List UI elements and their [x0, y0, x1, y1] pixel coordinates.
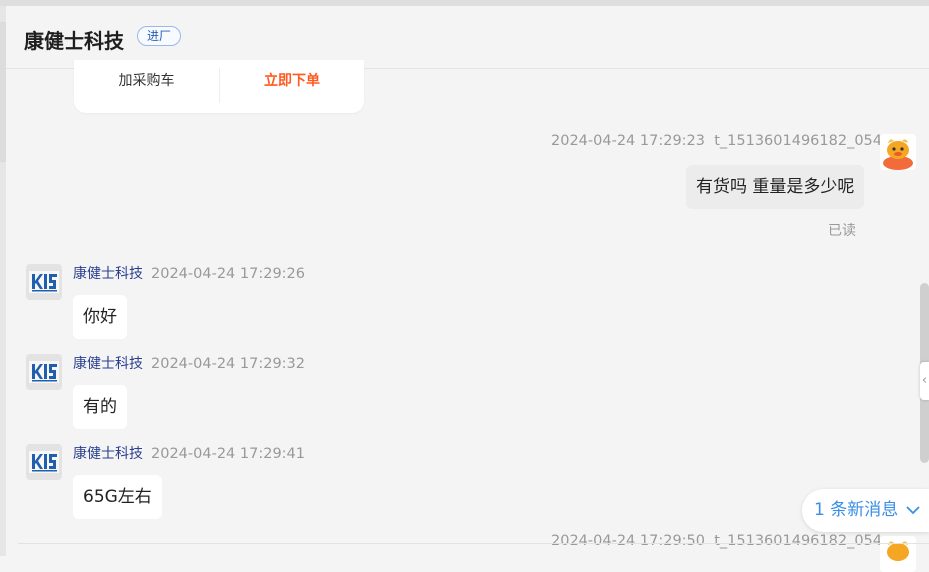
message-timestamp: 2024-04-24 17:29:32	[151, 356, 305, 372]
message-timestamp: 2024-04-24 17:29:23	[551, 133, 705, 149]
message-bubble[interactable]: 你好	[73, 295, 127, 339]
message-timestamp: 2024-04-24 17:29:41	[151, 446, 305, 462]
new-messages-button[interactable]: 1 条新消息	[802, 489, 929, 532]
user-avatar[interactable]	[880, 536, 916, 572]
shop-badge[interactable]: 进厂	[137, 26, 182, 46]
message-meta: 2024-04-24 17:29:23 t_1513601496182_054	[551, 133, 882, 149]
message-bubble[interactable]: 65G左右	[73, 475, 162, 519]
divider	[18, 543, 929, 544]
shop-logo-icon	[29, 451, 59, 473]
message-timestamp: 2024-04-24 17:29:50	[551, 533, 705, 549]
message-meta: 康健士科技 2024-04-24 17:29:41	[73, 443, 305, 463]
user-avatar[interactable]	[880, 134, 916, 170]
message-timestamp: 2024-04-24 17:29:26	[151, 266, 305, 282]
message-meta: 康健士科技 2024-04-24 17:29:32	[73, 353, 305, 373]
shop-name[interactable]: 康健士科技	[24, 25, 124, 54]
buy-now-button[interactable]: 立即下单	[220, 60, 364, 113]
chevron-down-icon	[906, 506, 920, 515]
shop-avatar[interactable]	[26, 354, 62, 390]
cartoon-avatar-icon	[883, 139, 913, 170]
message-meta: 康健士科技 2024-04-24 17:29:26	[73, 263, 305, 283]
add-to-cart-button[interactable]: 加采购车	[74, 60, 219, 113]
cartoon-avatar-icon	[887, 541, 909, 561]
new-messages-label: 1 条新消息	[814, 500, 899, 520]
shop-avatar[interactable]	[26, 264, 62, 300]
shop-logo-icon	[29, 361, 59, 383]
sender-name[interactable]: 康健士科技	[73, 446, 143, 462]
shop-avatar[interactable]	[26, 444, 62, 480]
read-status: 已读	[828, 223, 856, 239]
shop-logo-icon	[29, 271, 59, 293]
message-bubble[interactable]: 有货吗 重量是多少呢	[686, 165, 865, 209]
product-card-actions: 加采购车 立即下单	[74, 60, 364, 113]
sender-name[interactable]: 康健士科技	[73, 266, 143, 282]
message-user-id: t_1513601496182_054	[714, 533, 883, 549]
message-meta: 2024-04-24 17:29:50 t_1513601496182_054	[551, 533, 882, 549]
message-bubble[interactable]: 有的	[73, 385, 127, 429]
chevron-left-icon: ‹	[921, 373, 928, 388]
collapse-handle[interactable]: ‹	[920, 362, 929, 400]
message-user-id: t_1513601496182_054	[714, 133, 883, 149]
sender-name[interactable]: 康健士科技	[73, 356, 143, 372]
